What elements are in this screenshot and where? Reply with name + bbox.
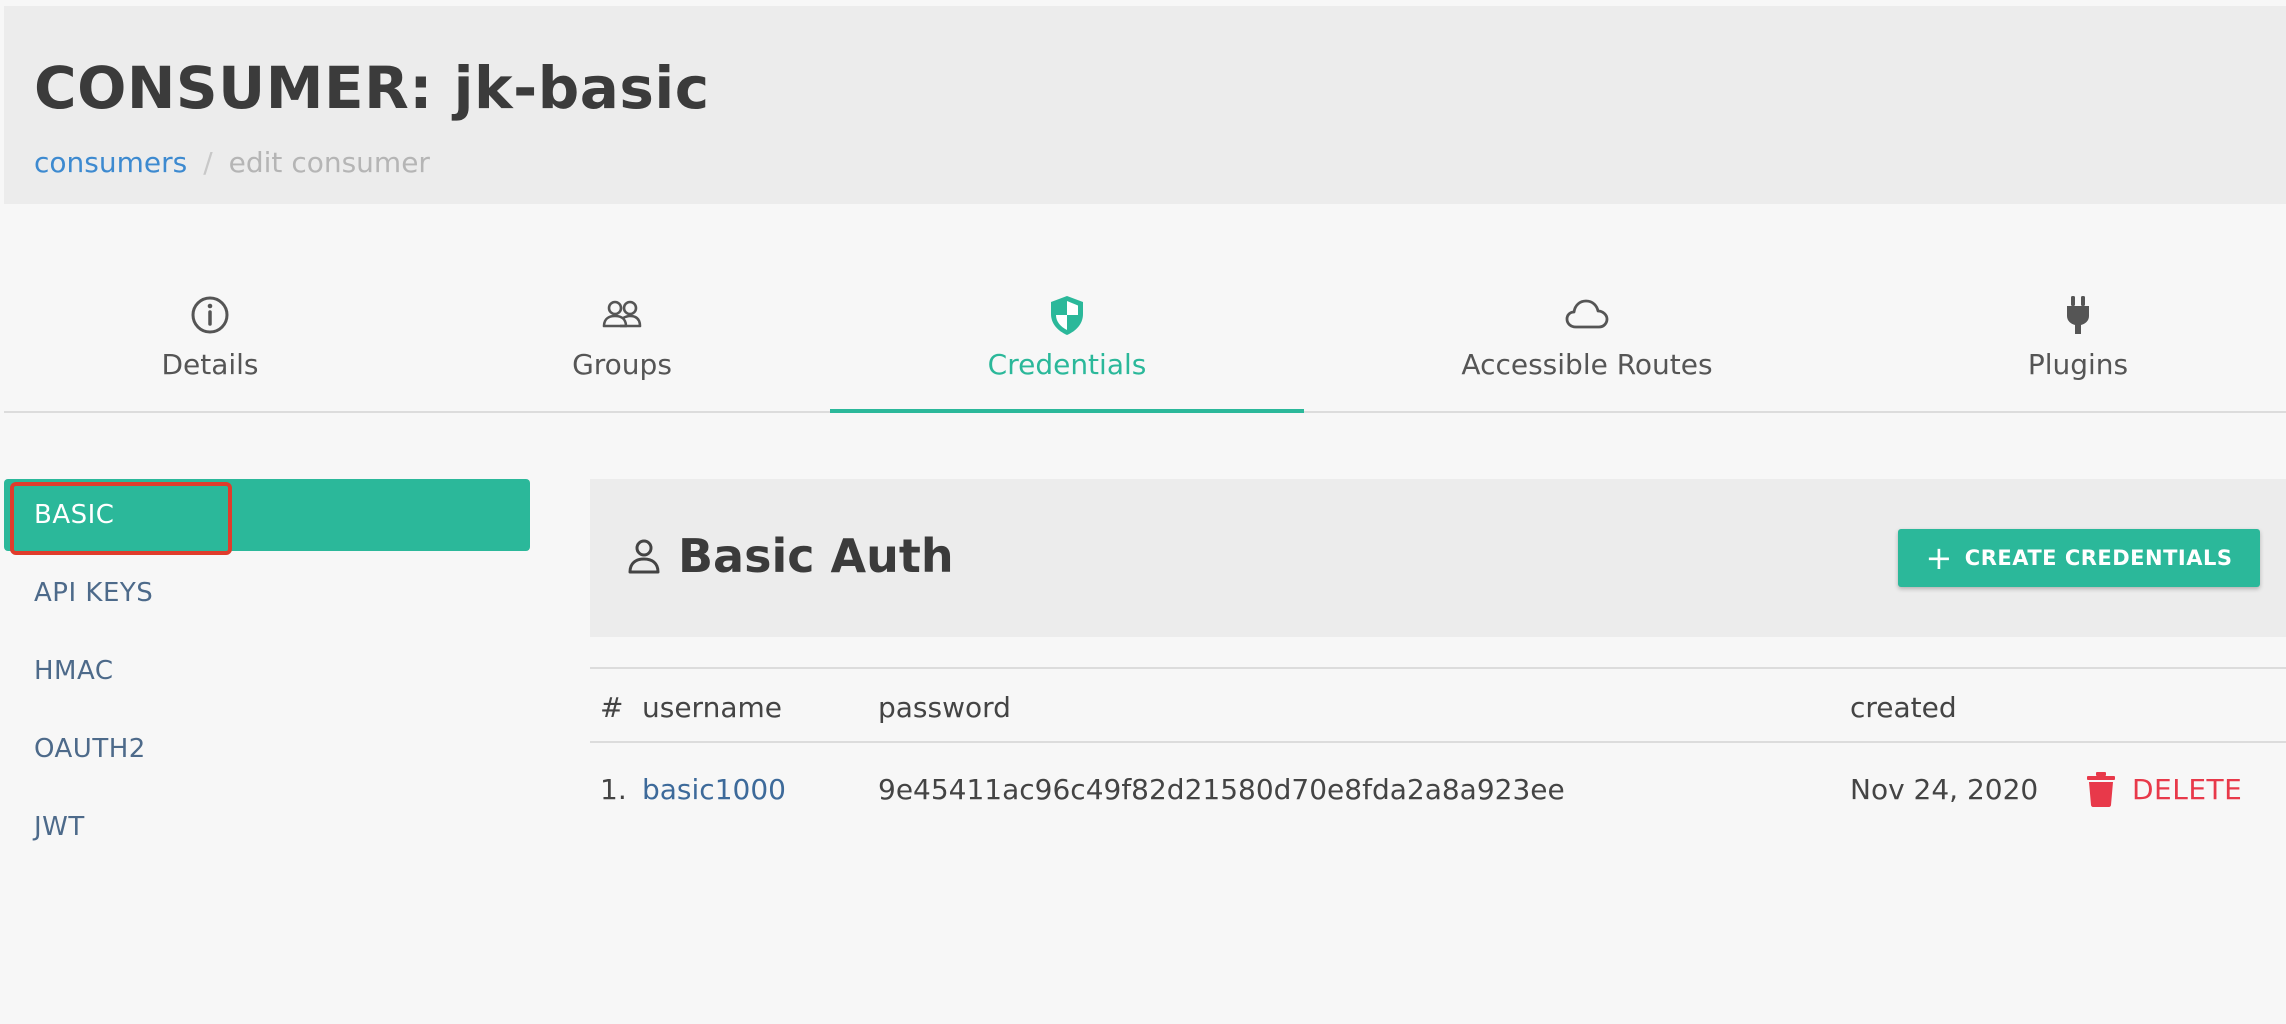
create-credentials-label: CREATE CREDENTIALS: [1964, 546, 2233, 570]
sidebar-item-hmac[interactable]: HMAC: [4, 635, 530, 707]
tab-details-label: Details: [161, 348, 259, 381]
panel-header: Basic Auth + CREATE CREDENTIALS: [590, 479, 2286, 637]
sidebar-item-oauth2[interactable]: OAUTH2: [4, 713, 530, 785]
breadcrumb: consumers / edit consumer: [34, 146, 430, 179]
created-date: Nov 24, 2020: [1850, 773, 2039, 806]
username-link[interactable]: basic1000: [642, 773, 786, 806]
tab-groups-label: Groups: [572, 348, 672, 381]
tab-details[interactable]: Details: [4, 280, 416, 411]
row-number: 1.: [600, 773, 627, 806]
table-row: 1. basic1000 9e45411ac96c49f82d21580d70e…: [590, 743, 2286, 839]
tab-plugins[interactable]: Plugins: [1870, 280, 2286, 411]
user-icon: [628, 539, 660, 574]
column-header-num: #: [600, 691, 624, 724]
delete-button[interactable]: DELETE: [2086, 771, 2242, 807]
breadcrumb-separator: /: [203, 146, 213, 179]
breadcrumb-consumers-link[interactable]: consumers: [34, 146, 187, 179]
users-icon: [602, 300, 642, 328]
tab-credentials-label: Credentials: [987, 348, 1147, 381]
breadcrumb-current: edit consumer: [228, 146, 430, 179]
info-circle-icon: [191, 296, 229, 334]
shield-icon: [1051, 296, 1083, 335]
cloud-icon: [1565, 299, 1609, 329]
table-header: # username password created: [590, 669, 2286, 743]
panel-title: Basic Auth: [626, 529, 954, 583]
delete-label: DELETE: [2132, 772, 2243, 806]
column-header-password[interactable]: password: [878, 691, 1011, 724]
sidebar-item-api-keys[interactable]: API KEYS: [4, 557, 530, 629]
create-credentials-button[interactable]: + CREATE CREDENTIALS: [1898, 529, 2260, 587]
tab-accessible-routes[interactable]: Accessible Routes: [1304, 280, 1870, 411]
trash-icon: [2087, 772, 2115, 807]
tab-plugins-label: Plugins: [2027, 348, 2129, 381]
page-title: CONSUMER: jk-basic: [34, 54, 710, 122]
panel-title-text: Basic Auth: [678, 529, 954, 583]
page-header: CONSUMER: jk-basic consumers / edit consum…: [4, 6, 2286, 204]
column-header-username[interactable]: username: [642, 691, 782, 724]
password-value: 9e45411ac96c49f82d21580d70e8fda2a8a923ee: [878, 773, 1565, 806]
plus-icon: +: [1925, 539, 1953, 577]
sidebar-item-basic[interactable]: BASIC: [4, 479, 530, 551]
tab-accessible-routes-label: Accessible Routes: [1461, 348, 1713, 381]
plug-icon: [2067, 296, 2089, 334]
tab-groups[interactable]: Groups: [416, 280, 828, 411]
credentials-table: # username password created 1. basic1000…: [590, 667, 2286, 839]
sidebar-item-jwt[interactable]: JWT: [4, 791, 530, 863]
credential-type-sidebar: BASIC API KEYS HMAC OAUTH2 JWT: [4, 479, 530, 869]
column-header-created[interactable]: created: [1850, 691, 1957, 724]
tab-credentials[interactable]: Credentials: [830, 280, 1304, 413]
tab-bar: Details Groups Credentials Accessible Ro…: [4, 280, 2286, 413]
